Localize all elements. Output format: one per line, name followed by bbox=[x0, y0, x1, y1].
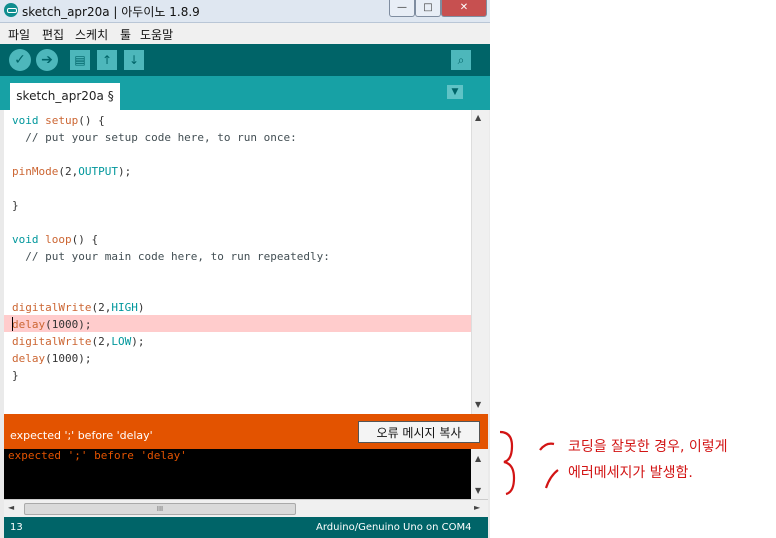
minimize-button[interactable]: — bbox=[389, 0, 415, 17]
console-scrollbar[interactable]: ▲ ▼ bbox=[471, 449, 488, 499]
console-scroll-up-icon[interactable]: ▲ bbox=[475, 454, 481, 463]
code-line: delay(1000); bbox=[12, 352, 92, 365]
annotation-line-2: 에러메세지가 발생함. bbox=[568, 465, 693, 481]
error-message: expected ';' before 'delay' bbox=[10, 429, 153, 442]
new-sketch-icon[interactable]: ▤ bbox=[70, 50, 90, 70]
annotation-bracket bbox=[499, 430, 559, 496]
scroll-right-icon[interactable]: ► bbox=[474, 503, 480, 512]
save-sketch-icon[interactable]: ↓ bbox=[124, 50, 144, 70]
upload-icon[interactable]: ➔ bbox=[36, 49, 58, 71]
title-bar: sketch_apr20a | 아두이노 1.8.9 — □ ✕ bbox=[0, 0, 490, 23]
code-line: void setup() { bbox=[12, 114, 105, 127]
menu-edit[interactable]: 편집 bbox=[42, 26, 64, 43]
console-horizontal-scrollbar[interactable]: ◄ III ► bbox=[4, 499, 488, 517]
code-line: digitalWrite(2,HIGH) bbox=[12, 301, 145, 314]
status-board-info: Arduino/Genuino Uno on COM4 bbox=[316, 522, 472, 533]
open-sketch-icon[interactable]: ↑ bbox=[97, 50, 117, 70]
editor-scrollbar[interactable]: ▲ ▼ bbox=[471, 110, 489, 414]
console-scroll-down-icon[interactable]: ▼ bbox=[475, 486, 481, 495]
arduino-logo-icon bbox=[4, 3, 18, 17]
arduino-ide-window: sketch_apr20a | 아두이노 1.8.9 — □ ✕ 파일 편집 스… bbox=[0, 0, 490, 538]
text-caret bbox=[12, 317, 13, 331]
console-error-text: expected ';' before 'delay' bbox=[8, 449, 187, 462]
serial-monitor-icon[interactable]: ⌕ bbox=[451, 50, 471, 70]
menu-tools[interactable]: 툴 bbox=[120, 26, 131, 43]
code-line: delay(1000); bbox=[12, 318, 92, 331]
code-line: void loop() { bbox=[12, 233, 99, 246]
tab-bar: sketch_apr20a § bbox=[0, 76, 490, 110]
scroll-down-icon[interactable]: ▼ bbox=[475, 400, 481, 409]
code-line: } bbox=[12, 199, 19, 212]
annotation-line-1: 코딩을 잘못한 경우, 이렇게 bbox=[568, 439, 728, 455]
code-line: // put your setup code here, to run once… bbox=[12, 131, 297, 144]
scroll-left-icon[interactable]: ◄ bbox=[8, 503, 14, 512]
verify-icon[interactable]: ✓ bbox=[9, 49, 31, 71]
window-title: sketch_apr20a | 아두이노 1.8.9 bbox=[22, 5, 200, 19]
menu-bar: 파일 편집 스케치 툴 도움말 bbox=[0, 23, 490, 44]
toolbar: ✓ ➔ ▤ ↑ ↓ ⌕ bbox=[0, 44, 490, 76]
code-line: // put your main code here, to run repea… bbox=[12, 250, 330, 263]
close-button[interactable]: ✕ bbox=[441, 0, 487, 17]
menu-sketch[interactable]: 스케치 bbox=[75, 26, 108, 43]
code-line: } bbox=[12, 369, 19, 382]
code-line: pinMode(2,OUTPUT); bbox=[12, 165, 132, 178]
tab-menu-icon[interactable]: ▼ bbox=[447, 85, 463, 99]
copy-error-button[interactable]: 오류 메시지 복사 bbox=[358, 421, 480, 443]
menu-file[interactable]: 파일 bbox=[8, 26, 30, 43]
menu-help[interactable]: 도움말 bbox=[140, 26, 173, 43]
tab-sketch[interactable]: sketch_apr20a § bbox=[10, 83, 120, 110]
code-line: digitalWrite(2,LOW); bbox=[12, 335, 145, 348]
horizontal-scroll-thumb[interactable]: III bbox=[24, 503, 296, 515]
scroll-up-icon[interactable]: ▲ bbox=[475, 113, 481, 122]
status-line-number: 13 bbox=[10, 522, 23, 533]
maximize-button[interactable]: □ bbox=[415, 0, 441, 17]
